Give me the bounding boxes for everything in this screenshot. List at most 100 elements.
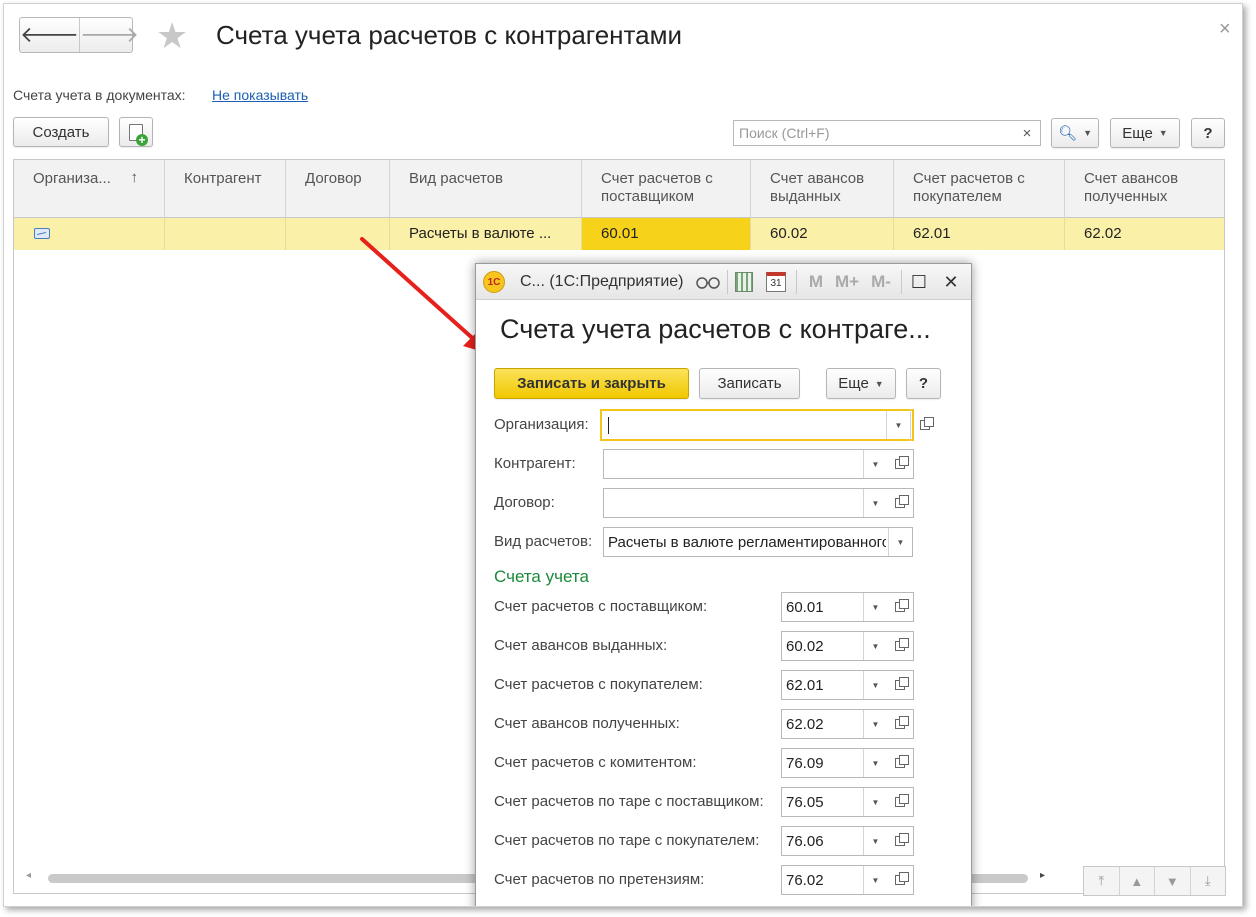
chevron-down-icon[interactable]: ▼: [863, 632, 887, 660]
cell-advances-issued[interactable]: 60.02: [751, 218, 894, 250]
cell-customer-account[interactable]: 62.01: [894, 218, 1065, 250]
chevron-down-icon[interactable]: ▼: [863, 710, 887, 738]
calendar-icon[interactable]: 31: [765, 271, 787, 293]
close-icon[interactable]: ✕: [940, 271, 962, 293]
memory-subtract-icon[interactable]: M-: [867, 271, 895, 293]
open-button[interactable]: [886, 787, 914, 817]
column-header-settlement-type[interactable]: Вид расчетов: [390, 160, 582, 218]
go-down-icon[interactable]: ▼: [1155, 867, 1191, 895]
organization-field[interactable]: ▼: [600, 409, 934, 441]
open-button[interactable]: [886, 826, 914, 856]
chevron-down-icon[interactable]: ▼: [888, 528, 912, 556]
text-cursor: [608, 417, 609, 434]
create-button[interactable]: Создать: [13, 117, 109, 147]
open-button[interactable]: [886, 670, 914, 700]
save-button[interactable]: Записать: [699, 368, 800, 399]
more-label: Еще: [1122, 124, 1153, 142]
account-label: Счет расчетов по таре с поставщиком:: [494, 793, 764, 810]
column-header-contract[interactable]: Договор: [286, 160, 390, 218]
memory-icon[interactable]: M: [806, 271, 826, 293]
account-field[interactable]: 62.01 ▼: [781, 670, 887, 700]
column-header-label: Счет авансов полученных: [1084, 170, 1179, 205]
open-button[interactable]: [886, 488, 914, 518]
chevron-down-icon[interactable]: ▼: [863, 788, 887, 816]
chevron-down-icon[interactable]: ▼: [863, 489, 887, 517]
chevron-down-icon[interactable]: ▼: [863, 866, 887, 894]
glasses-icon[interactable]: [695, 271, 721, 293]
search-input[interactable]: Поиск (Ctrl+F): [733, 120, 1015, 146]
open-button[interactable]: [886, 748, 914, 778]
column-header-supplier-account[interactable]: Счет расчетов с поставщиком: [582, 160, 751, 218]
page-title: Счета учета расчетов с контрагентами: [216, 20, 682, 50]
dialog-titlebar[interactable]: 1С С... (1С:Предприятие) 31 M M+ M- ☐ ✕: [476, 264, 971, 300]
cell-advances-received[interactable]: 62.02: [1065, 218, 1224, 250]
open-button[interactable]: [886, 865, 914, 895]
contract-field[interactable]: ▼: [603, 488, 887, 518]
open-icon: [894, 755, 909, 768]
account-value: 60.01: [786, 599, 824, 616]
go-last-icon[interactable]: ⤓: [1191, 867, 1226, 895]
help-button[interactable]: ?: [1191, 118, 1225, 148]
column-header-organization[interactable]: Организа... ↑: [14, 160, 165, 218]
scroll-left-icon[interactable]: ◂: [26, 870, 31, 881]
account-field[interactable]: 62.02 ▼: [781, 709, 887, 739]
maximize-icon[interactable]: ☐: [908, 271, 930, 293]
settlement-type-field[interactable]: Расчеты в валюте регламентированного у ▼: [603, 527, 913, 557]
clear-search-icon[interactable]: ×: [1014, 120, 1041, 146]
copy-button[interactable]: [119, 117, 153, 147]
open-button[interactable]: [886, 592, 914, 622]
main-window: 🡐 🡒 ★ Счета учета расчетов с контрагента…: [3, 3, 1243, 907]
column-header-counterparty[interactable]: Контрагент: [165, 160, 286, 218]
chevron-down-icon[interactable]: ▼: [863, 593, 887, 621]
toolbar-divider: [901, 270, 902, 294]
dialog-heading: Счета учета расчетов с контраге...: [500, 314, 931, 344]
search-button[interactable]: 🔍︎ ▼: [1051, 118, 1099, 148]
close-icon[interactable]: ×: [1219, 18, 1231, 41]
column-header-label: Договор: [305, 170, 362, 187]
open-icon: [894, 716, 909, 729]
account-field[interactable]: 76.05 ▼: [781, 787, 887, 817]
more-button[interactable]: Еще ▼: [826, 368, 896, 399]
open-icon: [894, 638, 909, 651]
open-button[interactable]: [886, 709, 914, 739]
more-button[interactable]: Еще ▼: [1110, 118, 1180, 148]
open-icon: [894, 456, 909, 469]
memory-add-icon[interactable]: M+: [833, 271, 861, 293]
calculator-icon[interactable]: [733, 271, 755, 293]
column-header-label: Контрагент: [184, 170, 262, 187]
open-icon: [894, 677, 909, 690]
accounts-in-docs-link[interactable]: Не показывать: [212, 87, 308, 103]
chevron-down-icon[interactable]: ▼: [863, 671, 887, 699]
favorite-star-icon[interactable]: ★: [156, 16, 188, 56]
account-field[interactable]: 76.09 ▼: [781, 748, 887, 778]
go-up-icon[interactable]: ▲: [1120, 867, 1155, 895]
column-header-advances-issued[interactable]: Счет авансов выданных: [751, 160, 894, 218]
go-first-icon[interactable]: ⤒: [1084, 867, 1120, 895]
account-field[interactable]: 76.06 ▼: [781, 826, 887, 856]
account-field[interactable]: 60.02 ▼: [781, 631, 887, 661]
account-field[interactable]: 60.01 ▼: [781, 592, 887, 622]
help-button[interactable]: ?: [906, 368, 941, 399]
cell-organization[interactable]: [14, 218, 165, 250]
column-header-customer-account[interactable]: Счет расчетов с покупателем: [894, 160, 1065, 218]
back-button[interactable]: 🡐: [20, 18, 79, 52]
counterparty-field[interactable]: ▼: [603, 449, 887, 479]
scroll-right-icon[interactable]: ▸: [1040, 870, 1045, 881]
chevron-down-icon[interactable]: ▼: [863, 450, 887, 478]
open-button[interactable]: [886, 449, 914, 479]
cell-counterparty[interactable]: [165, 218, 286, 250]
more-label: Еще: [838, 375, 869, 392]
chevron-down-icon[interactable]: ▼: [863, 749, 887, 777]
table-row[interactable]: Расчеты в валюте ... 60.01 60.02 62.01 6…: [14, 218, 1224, 250]
account-field[interactable]: 76.02 ▼: [781, 865, 887, 895]
cell-supplier-account[interactable]: 60.01: [582, 218, 751, 250]
open-button[interactable]: [910, 409, 938, 441]
save-and-close-button[interactable]: Записать и закрыть: [494, 368, 689, 399]
forward-button[interactable]: 🡒: [79, 18, 139, 52]
chevron-down-icon[interactable]: ▼: [863, 827, 887, 855]
sort-ascending-icon: ↑: [130, 169, 139, 186]
counterparty-label: Контрагент:: [494, 455, 576, 472]
column-header-advances-received[interactable]: Счет авансов полученных: [1065, 160, 1224, 218]
chevron-down-icon[interactable]: ▼: [886, 411, 910, 439]
open-button[interactable]: [886, 631, 914, 661]
